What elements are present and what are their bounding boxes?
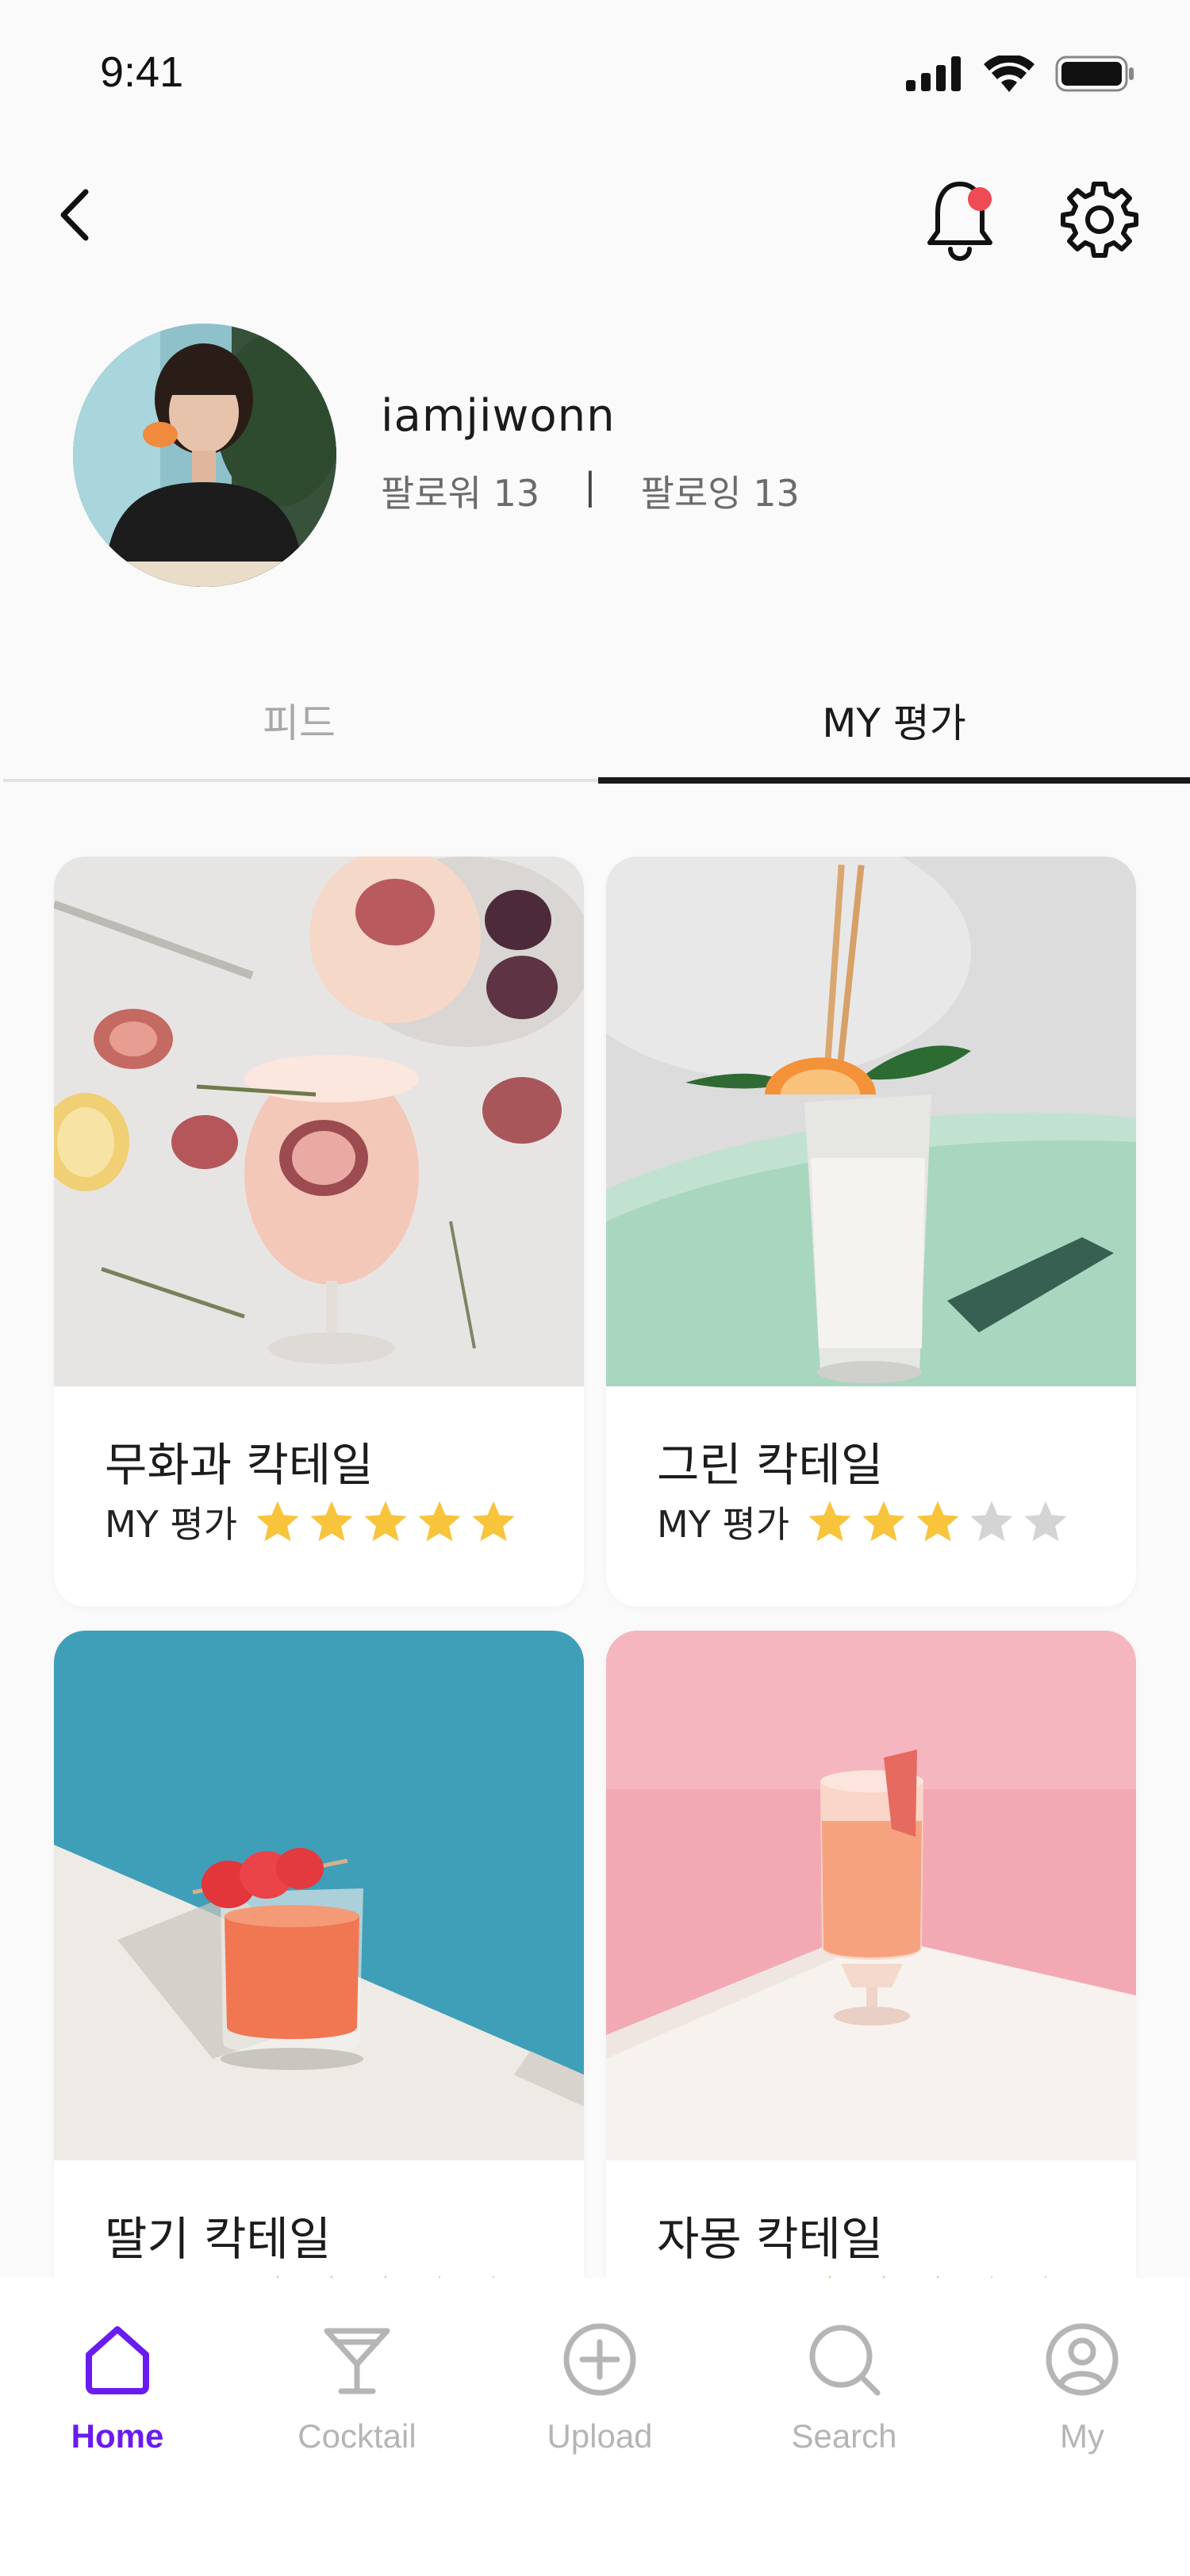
cocktail-photo-strawberry: [54, 1631, 584, 2160]
star-icon: [862, 1501, 905, 1542]
tab-my-rating[interactable]: MY 평가: [598, 658, 1190, 782]
star-icon: [1024, 1501, 1067, 1542]
profile-section: iamjiwonn 팔로워 13 | 팔로잉 13: [73, 324, 1117, 587]
star-rating: [805, 1497, 1070, 1547]
back-button[interactable]: [40, 179, 111, 251]
follow-stats: 팔로워 13 | 팔로잉 13: [381, 465, 800, 517]
active-tab-indicator: [598, 777, 1190, 784]
profile-tabs: 피드 MY 평가: [3, 658, 1190, 784]
star-icon: [418, 1501, 461, 1542]
gear-icon: [1061, 182, 1138, 258]
notifications-button[interactable]: [920, 176, 1000, 263]
settings-button[interactable]: [1060, 179, 1139, 259]
card-rating: MY 평가: [105, 1496, 518, 1548]
nav-label: Upload: [547, 2417, 653, 2455]
star-icon: [364, 1501, 407, 1542]
nav-label: Search: [791, 2417, 897, 2455]
wifi-icon: [984, 56, 1035, 92]
rating-label: MY 평가: [657, 1503, 790, 1546]
bell-icon: [927, 182, 992, 261]
status-time: 9:41: [100, 48, 184, 96]
home-icon: [74, 2316, 161, 2403]
cocktail-card[interactable]: 딸기 칵테일 MY 평가: [54, 1631, 584, 2381]
nav-label: My: [1060, 2417, 1104, 2455]
status-icons: [906, 56, 1134, 92]
follow-separator: |: [584, 465, 597, 508]
avatar[interactable]: [73, 324, 336, 587]
star-icon: [310, 1501, 353, 1542]
card-title: 무화과 칵테일: [105, 1438, 374, 1492]
cocktail-photo-grapefruit: [606, 1631, 1136, 2160]
rating-label: MY 평가: [105, 1503, 238, 1546]
cocktail-photo-green: [606, 857, 1136, 1386]
search-icon: [800, 2316, 888, 2403]
cocktail-card[interactable]: 그린 칵테일 MY 평가: [606, 857, 1136, 1607]
battery-icon: [1055, 56, 1134, 92]
nav-label: Home: [71, 2417, 164, 2455]
tab-feed[interactable]: 피드: [3, 658, 595, 782]
star-icon: [472, 1501, 515, 1542]
cocktail-card[interactable]: 무화과 칵테일 MY 평가: [54, 857, 584, 1607]
header-bar: [0, 159, 1190, 270]
cocktail-card[interactable]: 자몽 칵테일 MY 평가: [606, 1631, 1136, 2381]
status-bar: 9:41: [0, 0, 1190, 151]
star-rating: [253, 1497, 518, 1547]
star-icon: [916, 1501, 959, 1542]
plus-circle-icon: [556, 2316, 643, 2403]
nav-label: Cocktail: [298, 2417, 416, 2455]
user-circle-icon: [1038, 2316, 1126, 2403]
nav-search[interactable]: Search: [757, 2316, 931, 2490]
card-title: 딸기 칵테일: [105, 2212, 332, 2266]
following-count[interactable]: 팔로잉 13: [641, 465, 800, 517]
star-icon: [256, 1501, 299, 1542]
avatar-photo: [73, 324, 336, 587]
cocktail-glass-icon: [313, 2316, 401, 2403]
cocktail-photo-fig: [54, 857, 584, 1386]
username: iamjiwonn: [381, 390, 616, 442]
signal-icon: [906, 56, 961, 91]
nav-upload[interactable]: Upload: [512, 2316, 687, 2490]
card-rating: MY 평가: [657, 1496, 1070, 1548]
chevron-left-icon: [60, 189, 89, 241]
notification-dot: [968, 187, 992, 211]
nav-cocktail[interactable]: Cocktail: [270, 2316, 444, 2490]
bottom-nav: Home Cocktail Upload Search My: [0, 2278, 1190, 2576]
card-title: 그린 칵테일: [657, 1438, 884, 1492]
followers-count[interactable]: 팔로워 13: [381, 465, 539, 517]
card-title: 자몽 칵테일: [657, 2212, 884, 2266]
star-icon: [808, 1501, 851, 1542]
nav-home[interactable]: Home: [30, 2316, 205, 2490]
nav-my[interactable]: My: [995, 2316, 1169, 2490]
star-icon: [970, 1501, 1013, 1542]
